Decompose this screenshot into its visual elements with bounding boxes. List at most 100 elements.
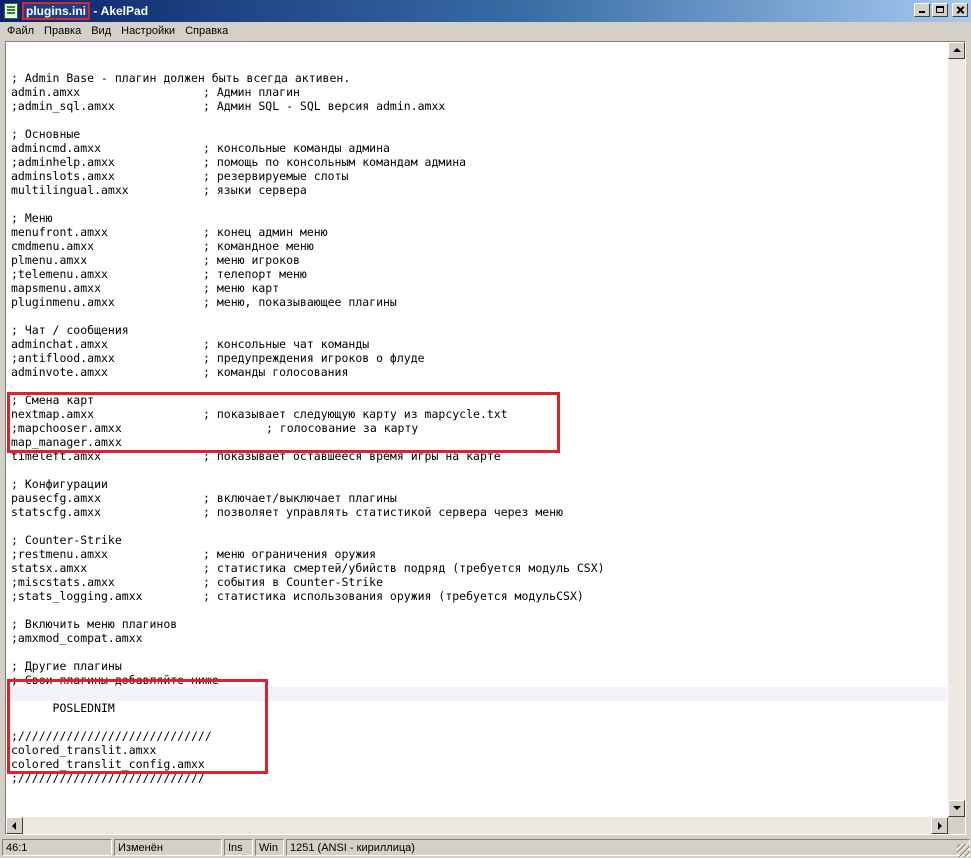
line-comment: ; Админ SQL - SQL версия admin.amxx	[203, 99, 446, 113]
line-comment: ; меню карт	[203, 281, 280, 295]
window-controls	[914, 3, 968, 17]
menu-file[interactable]: Файл	[0, 22, 39, 41]
line-code: ; Включить меню плагинов	[11, 617, 178, 631]
line-code: statsx.amxx	[11, 561, 88, 575]
line-comment: ; события в Counter-Strike	[203, 575, 384, 589]
editor-line: ;amxmod_compat.amxx	[11, 631, 947, 645]
vertical-scrollbar[interactable]	[948, 42, 965, 817]
editor-line: admin.amxx ; Админ плагин	[11, 85, 947, 99]
editor-line: multilingual.amxx ; языки сервера	[11, 183, 947, 197]
menu-bar: Файл Правка Вид Настройки Справка	[0, 22, 971, 41]
line-comment: ; статистика смертей/убийств подряд (тре…	[203, 561, 605, 575]
line-code: pluginmenu.amxx	[11, 295, 115, 309]
line-code: pausecfg.amxx	[11, 491, 102, 505]
editor-line: ; Включить меню плагинов	[11, 617, 947, 631]
text-editor[interactable]: ; Admin Base - плагин должен быть всегда…	[6, 42, 948, 817]
editor-line: ;adminhelp.amxx ; помощь по консольным ко…	[11, 155, 947, 169]
line-code: ;antiflood.amxx	[11, 351, 115, 365]
line-comment: ; Админ плагин	[203, 85, 300, 99]
editor-line: plmenu.amxx ; меню игроков	[11, 253, 947, 267]
line-comment: ; командное меню	[203, 239, 314, 253]
scrollbar-corner	[948, 817, 965, 834]
line-code: ;///////////////////////////	[11, 771, 205, 785]
line-code: admincmd.amxx	[11, 141, 102, 155]
line-code: ;////////////////////////////	[11, 729, 212, 743]
editor-line: colored_translit.amxx	[11, 743, 947, 757]
editor-line: ; Смена карт	[11, 393, 947, 407]
line-code: admin.amxx	[11, 85, 81, 99]
line-code: colored_translit_config.amxx	[11, 757, 205, 771]
line-code: ; Меню	[11, 211, 53, 225]
horizontal-scrollbar[interactable]	[6, 817, 948, 834]
line-code: ;amxmod_compat.amxx	[11, 631, 143, 645]
title-separator: -	[90, 4, 101, 18]
line-code: map_manager.amxx	[11, 435, 122, 449]
title-bar[interactable]: plugins.ini - AkelPad	[0, 0, 971, 22]
editor-line: ;telemenu.amxx ; телепорт меню	[11, 267, 947, 281]
line-code: mapsmenu.amxx	[11, 281, 102, 295]
editor-lines: ; Admin Base - плагин должен быть всегда…	[6, 57, 947, 785]
editor-line: cmdmenu.amxx ; командное меню	[11, 239, 947, 253]
scroll-right-button[interactable]	[931, 817, 948, 834]
line-code: ;mapchooser.amxx	[11, 421, 122, 435]
editor-line: mapsmenu.amxx ; меню карт	[11, 281, 947, 295]
editor-line: ; Основные	[11, 127, 947, 141]
scroll-up-button[interactable]	[948, 42, 965, 59]
menu-settings[interactable]: Настройки	[116, 22, 180, 41]
close-button[interactable]	[952, 3, 968, 17]
line-comment: ; помощь по консольным командам админа	[203, 155, 467, 169]
arrow-up-icon	[953, 48, 961, 52]
editor-line: admincmd.amxx ; консольные команды админа	[11, 141, 947, 155]
editor-line: ;///////////////////////////	[11, 771, 947, 785]
arrow-left-icon	[12, 822, 16, 830]
editor-line: pluginmenu.amxx ; меню, показывающее плаг…	[11, 295, 947, 309]
editor-line: adminvote.amxx ; команды голосования	[11, 365, 947, 379]
line-comment: ; показывает следующую карту из mapcycle…	[203, 407, 508, 421]
scroll-down-button[interactable]	[948, 800, 965, 817]
editor-line: menufront.amxx ; конец админ меню	[11, 225, 947, 239]
title-file-name: plugins.ini	[22, 2, 90, 20]
maximize-button[interactable]	[932, 3, 948, 17]
line-code: statscfg.amxx	[11, 505, 102, 519]
line-code: ; Другие плагины	[11, 659, 122, 673]
line-comment: ; команды голосования	[203, 365, 349, 379]
status-newline[interactable]: Win	[255, 839, 284, 856]
line-comment: ; показывает оставшееся время игры на ка…	[203, 449, 501, 463]
line-code: ; Смена карт	[11, 393, 95, 407]
editor-frame: ; Admin Base - плагин должен быть всегда…	[5, 41, 966, 835]
status-bar: 46:1 Изменён Ins Win 1251 (ANSI - кирилл…	[0, 837, 971, 858]
line-code: ;restmenu.amxx	[11, 547, 108, 561]
status-modified: Изменён	[114, 839, 222, 856]
line-code: adminvote.amxx	[11, 365, 108, 379]
line-code: ;adminhelp.amxx	[11, 155, 115, 169]
line-comment: ; телепорт меню	[203, 267, 307, 281]
line-code: ; Чат / сообщения	[11, 323, 129, 337]
editor-line: ;antiflood.amxx ; предупреждения игроков …	[11, 351, 947, 365]
resize-grip-icon[interactable]	[957, 844, 970, 857]
line-code: ;telemenu.amxx	[11, 267, 108, 281]
line-comment: ; меню ограничения оружия	[203, 547, 377, 561]
status-encoding[interactable]: 1251 (ANSI - кириллица)	[286, 839, 970, 856]
menu-view[interactable]: Вид	[86, 22, 116, 41]
line-comment: ; резервируемые слоты	[203, 169, 349, 183]
akelpad-app-icon[interactable]	[4, 3, 18, 19]
editor-line: ;miscstats.amxx ; события в Counter-Strik…	[11, 575, 947, 589]
menu-edit[interactable]: Правка	[39, 22, 86, 41]
status-insert-mode[interactable]: Ins	[224, 839, 253, 856]
scroll-left-button[interactable]	[6, 817, 23, 834]
line-code: menufront.amxx	[11, 225, 108, 239]
menu-help[interactable]: Справка	[180, 22, 233, 41]
minimize-button[interactable]	[914, 3, 930, 17]
line-code: ; Свои плагины добавляйте ниже	[11, 673, 219, 687]
line-code: multilingual.amxx	[11, 183, 129, 197]
line-code: cmdmenu.amxx	[11, 239, 95, 253]
